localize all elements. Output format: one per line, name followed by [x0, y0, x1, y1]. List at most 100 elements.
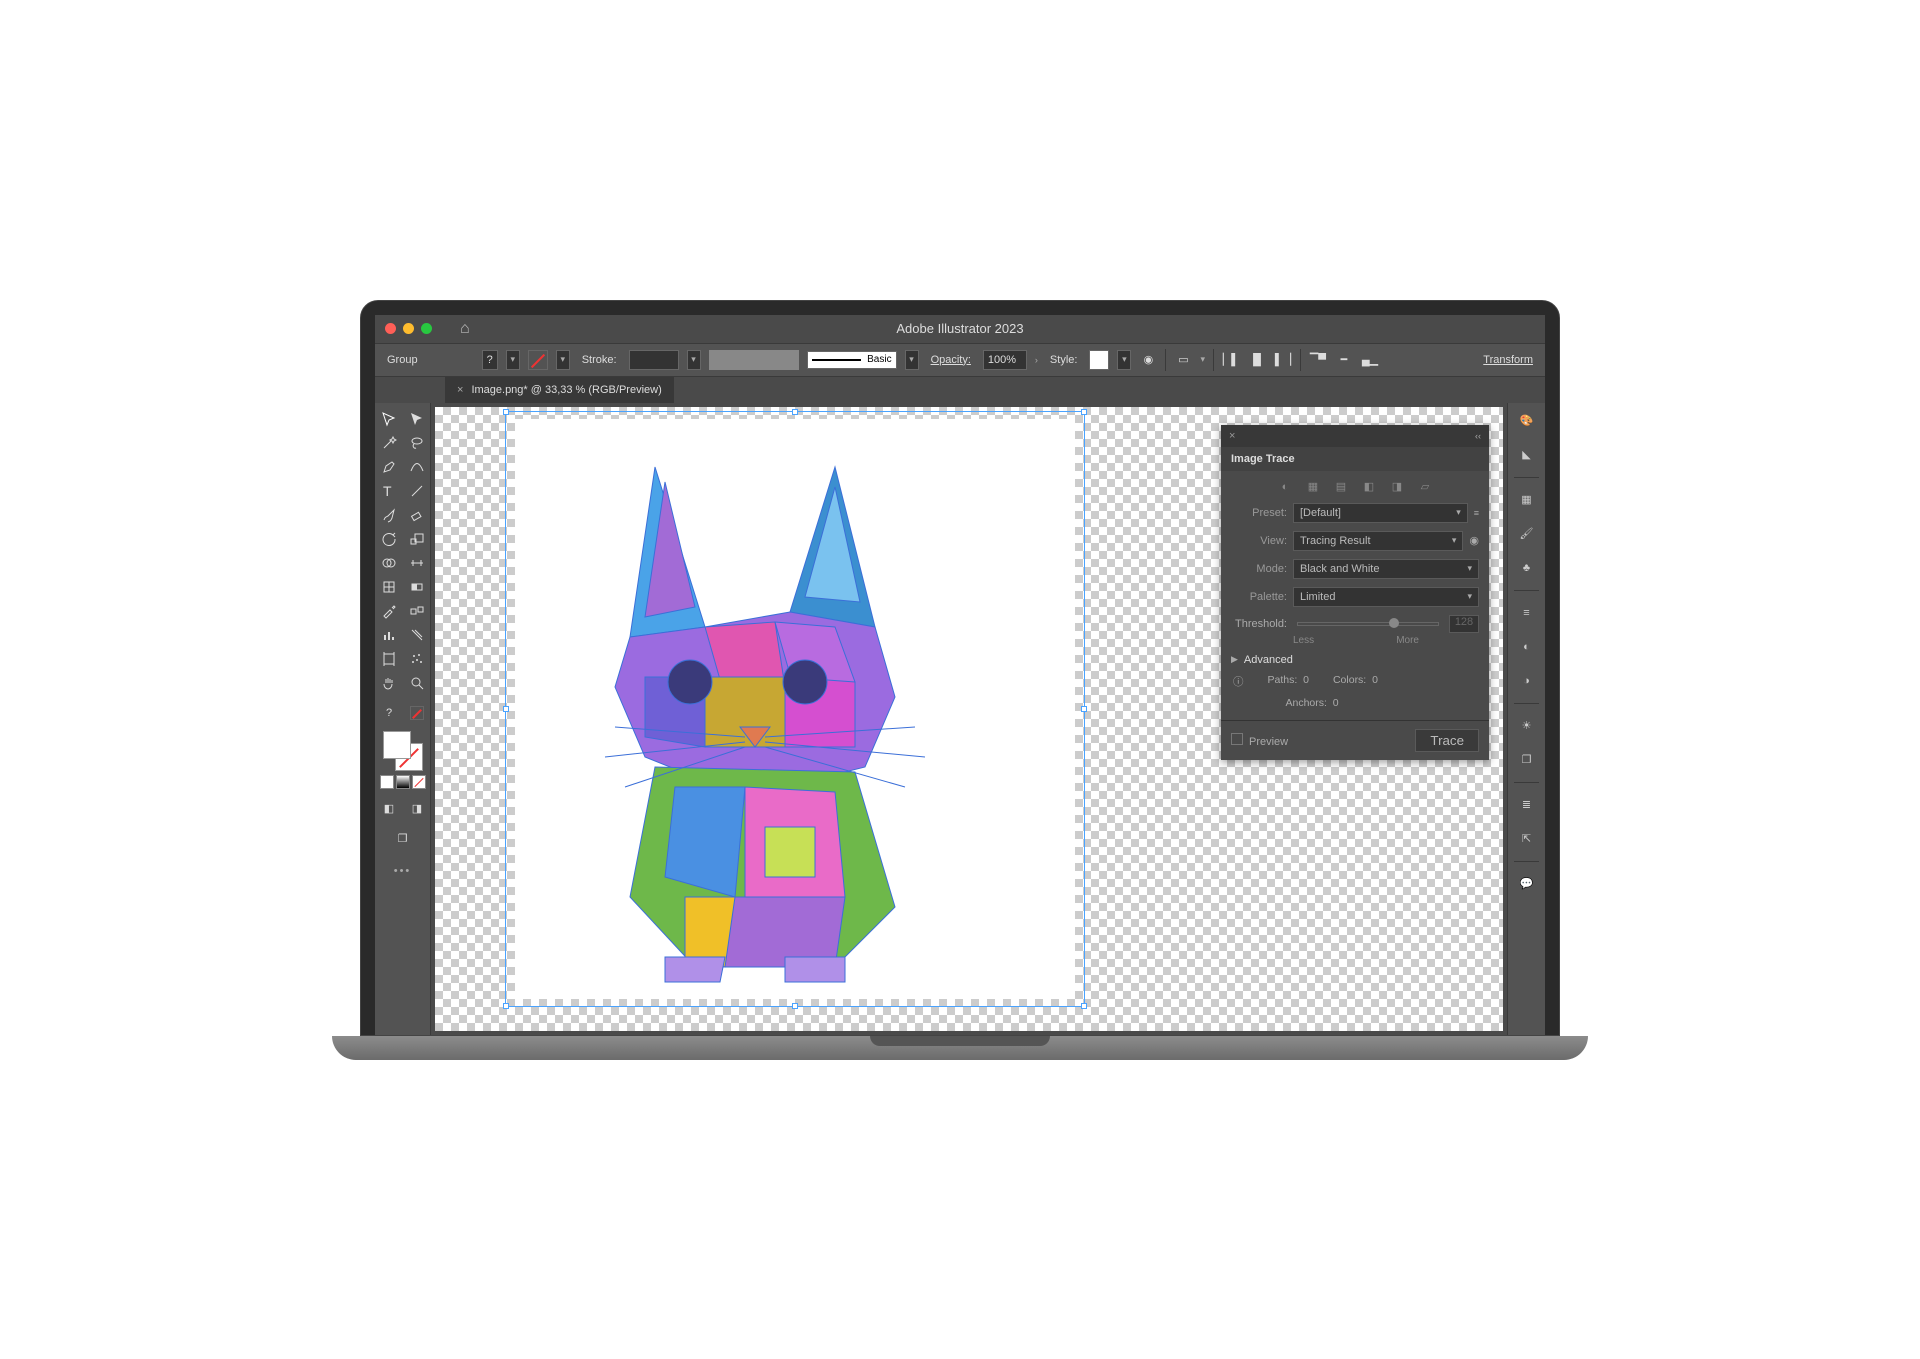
- column-graph-tool[interactable]: [375, 623, 403, 647]
- home-icon[interactable]: ⌂: [460, 320, 470, 338]
- direct-selection-tool[interactable]: [403, 407, 431, 431]
- stroke-weight-input[interactable]: [629, 350, 679, 370]
- opacity-input[interactable]: 100%: [983, 350, 1027, 370]
- transform-link[interactable]: Transform: [1479, 354, 1537, 366]
- recolor-icon[interactable]: ◉: [1139, 351, 1157, 369]
- preview-checkbox[interactable]: Preview: [1231, 733, 1288, 748]
- fill-stroke-swatches[interactable]: [383, 731, 423, 771]
- graphic-style-swatch[interactable]: [1089, 350, 1109, 370]
- preset-low-color-icon[interactable]: ▤: [1332, 479, 1350, 495]
- preset-high-color-icon[interactable]: ▦: [1304, 479, 1322, 495]
- variable-width-dropdown[interactable]: [709, 350, 799, 370]
- brush-dropdown-chevron[interactable]: ▾: [905, 350, 919, 370]
- artboard-tool[interactable]: [375, 647, 403, 671]
- opacity-chevron[interactable]: ›: [1035, 355, 1038, 365]
- preset-grayscale-icon[interactable]: ◧: [1360, 479, 1378, 495]
- stroke-color-swatch[interactable]: [528, 350, 548, 370]
- close-window-icon[interactable]: [385, 323, 396, 334]
- transparency-panel-icon[interactable]: ◑: [1515, 669, 1539, 693]
- align-vcenter-icon[interactable]: ━: [1335, 351, 1353, 369]
- maximize-window-icon[interactable]: [421, 323, 432, 334]
- symbols-panel-icon[interactable]: ♣: [1515, 556, 1539, 580]
- layers-panel-icon[interactable]: ≣: [1515, 793, 1539, 817]
- selection-tool[interactable]: [375, 407, 403, 431]
- preset-menu-icon[interactable]: ≡: [1474, 508, 1479, 518]
- swatches-panel-icon[interactable]: ▦: [1515, 488, 1539, 512]
- zoom-tool[interactable]: [403, 671, 431, 695]
- align-to-icon[interactable]: ▭: [1174, 351, 1192, 369]
- align-bottom-icon[interactable]: ▄▁: [1361, 351, 1379, 369]
- canvas-area[interactable]: × ‹‹ Image Trace ◐ ▦ ▤ ◧ ◨ ▱: [435, 407, 1503, 1031]
- pen-tool[interactable]: [375, 455, 403, 479]
- color-mode-none[interactable]: [412, 775, 426, 789]
- magic-wand-tool[interactable]: [375, 431, 403, 455]
- color-mode-gradient[interactable]: [396, 775, 410, 789]
- preset-dropdown[interactable]: [Default]▾: [1293, 503, 1468, 523]
- eyedropper-tool[interactable]: [375, 599, 403, 623]
- appearance-panel-icon[interactable]: ☀: [1515, 714, 1539, 738]
- brush-definition-dropdown[interactable]: Basic: [807, 351, 897, 369]
- preset-outline-icon[interactable]: ▱: [1416, 479, 1434, 495]
- blend-tool[interactable]: [403, 599, 431, 623]
- scale-tool[interactable]: [403, 527, 431, 551]
- graphic-styles-panel-icon[interactable]: ❐: [1515, 748, 1539, 772]
- style-dropdown[interactable]: ▾: [1117, 350, 1131, 370]
- fill-dropdown[interactable]: ▾: [506, 350, 520, 370]
- trace-button[interactable]: Trace: [1415, 729, 1479, 752]
- view-toggle-icon[interactable]: ◉: [1469, 534, 1479, 547]
- color-guide-panel-icon[interactable]: ◣: [1515, 443, 1539, 467]
- stroke-profile-dropdown[interactable]: ▾: [687, 350, 701, 370]
- view-dropdown[interactable]: Tracing Result▾: [1293, 531, 1463, 551]
- toolbox: T: [375, 403, 431, 1035]
- hand-tool[interactable]: [375, 671, 403, 695]
- panel-close-icon[interactable]: ×: [1229, 430, 1235, 442]
- threshold-value[interactable]: 128: [1449, 615, 1479, 633]
- fill-color-box[interactable]: ?: [482, 350, 498, 370]
- threshold-slider[interactable]: [1297, 622, 1439, 626]
- slice-tool[interactable]: [403, 623, 431, 647]
- panel-collapse-icon[interactable]: ‹‹: [1475, 431, 1481, 441]
- color-panel-icon[interactable]: 🎨: [1515, 409, 1539, 433]
- eraser-tool[interactable]: [403, 503, 431, 527]
- width-tool[interactable]: [403, 551, 431, 575]
- shape-builder-tool[interactable]: [375, 551, 403, 575]
- align-hcenter-icon[interactable]: ▐▌: [1248, 351, 1266, 369]
- align-top-icon[interactable]: ▔▀: [1309, 351, 1327, 369]
- draw-behind-icon[interactable]: ◨: [403, 797, 431, 821]
- brushes-panel-icon[interactable]: 🖌: [1515, 522, 1539, 546]
- gradient-panel-icon[interactable]: ◐: [1515, 635, 1539, 659]
- curvature-tool[interactable]: [403, 455, 431, 479]
- palette-dropdown[interactable]: Limited▾: [1293, 587, 1479, 607]
- opacity-label[interactable]: Opacity:: [927, 354, 975, 366]
- comments-panel-icon[interactable]: 💬: [1515, 872, 1539, 896]
- minimize-window-icon[interactable]: [403, 323, 414, 334]
- unknown-tool[interactable]: ?: [375, 701, 403, 725]
- no-color-icon[interactable]: [403, 701, 431, 725]
- image-trace-panel: × ‹‹ Image Trace ◐ ▦ ▤ ◧ ◨ ▱: [1221, 425, 1489, 760]
- preset-black-white-icon[interactable]: ◨: [1388, 479, 1406, 495]
- screen-mode-icon[interactable]: ❐: [389, 827, 417, 851]
- stroke-dropdown[interactable]: ▾: [556, 350, 570, 370]
- preset-auto-color-icon[interactable]: ◐: [1276, 479, 1294, 495]
- gradient-tool[interactable]: [403, 575, 431, 599]
- fill-swatch[interactable]: [383, 731, 411, 759]
- stroke-panel-icon[interactable]: ≡: [1515, 601, 1539, 625]
- close-tab-icon[interactable]: ×: [457, 384, 463, 396]
- mode-dropdown[interactable]: Black and White▾: [1293, 559, 1479, 579]
- document-tab[interactable]: × Image.png* @ 33,33 % (RGB/Preview): [445, 377, 674, 403]
- align-right-icon[interactable]: ▌▕: [1274, 351, 1292, 369]
- lasso-tool[interactable]: [403, 431, 431, 455]
- asset-export-panel-icon[interactable]: ⇱: [1515, 827, 1539, 851]
- rotate-tool[interactable]: [375, 527, 403, 551]
- type-tool[interactable]: T: [375, 479, 403, 503]
- edit-toolbar-icon[interactable]: •••: [375, 865, 430, 877]
- line-segment-tool[interactable]: [403, 479, 431, 503]
- align-left-icon[interactable]: ▏▌: [1222, 351, 1240, 369]
- draw-normal-icon[interactable]: ◧: [375, 797, 403, 821]
- symbol-sprayer-tool[interactable]: [403, 647, 431, 671]
- mesh-tool[interactable]: [375, 575, 403, 599]
- paintbrush-tool[interactable]: [375, 503, 403, 527]
- selection-bounds[interactable]: [505, 411, 1085, 1007]
- color-mode-solid[interactable]: [380, 775, 394, 789]
- advanced-toggle[interactable]: ▶ Advanced: [1231, 654, 1479, 666]
